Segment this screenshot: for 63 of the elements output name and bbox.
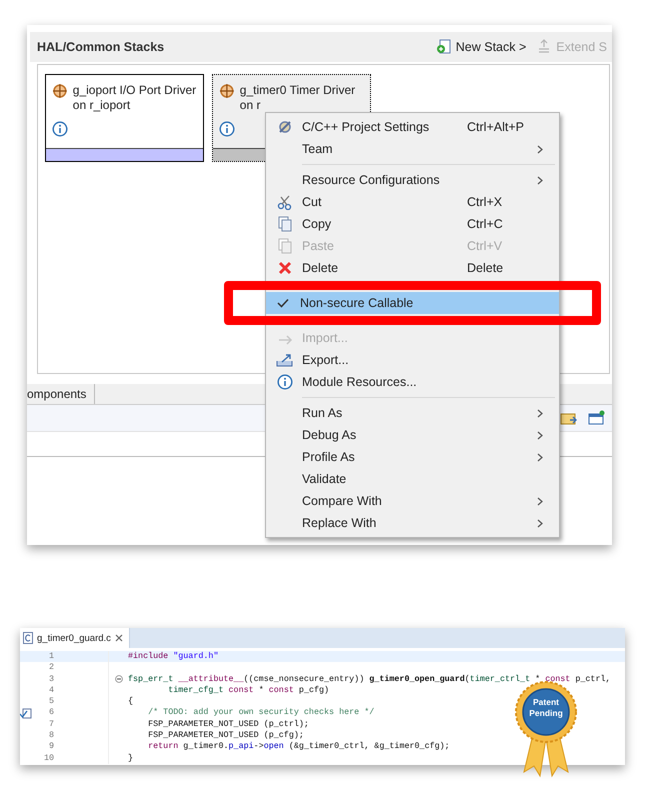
module-icon: [52, 83, 68, 99]
pin-window-icon[interactable]: [588, 410, 606, 426]
editor-tab[interactable]: g_timer0_guard.c: [20, 628, 130, 648]
line-number: 7: [48, 718, 54, 730]
code-line: #include "guard.h": [128, 651, 218, 662]
card-title: g_ioport I/O Port Driver on r_ioport: [72, 83, 197, 114]
view-tab[interactable]: omponents: [27, 384, 96, 404]
line-number: 1: [48, 651, 54, 662]
line-number: 3: [48, 674, 54, 685]
line-number: 9: [48, 741, 54, 753]
line-number: 10: [42, 752, 54, 764]
shortcut-text: Ctrl+X: [467, 195, 502, 209]
badge-text: Patent Pending: [528, 697, 564, 719]
toolbar-button[interactable]: New Stack >: [430, 39, 532, 55]
tools-icon: [277, 119, 293, 135]
menu-item[interactable]: Delete Delete: [268, 257, 557, 279]
menu-item[interactable]: Validate: [268, 468, 557, 490]
code-line: FSP_PARAMETER_NOT_USED (p_ctrl);: [147, 718, 309, 730]
scissors-icon: [277, 194, 293, 210]
line-number: 4: [48, 684, 54, 696]
info-icon: [277, 374, 293, 390]
c-file-icon: [23, 632, 33, 644]
shortcut-text: Ctrl+V: [467, 239, 502, 253]
menu-item[interactable]: C/C++ Project Settings Ctrl+Alt+P: [268, 116, 557, 138]
line-number: 5: [48, 696, 54, 708]
export-icon: [276, 352, 294, 368]
add-document-icon: [436, 39, 452, 55]
close-icon[interactable]: [114, 634, 123, 642]
info-icon: [219, 121, 235, 137]
line-number: 8: [48, 730, 54, 742]
menu-item[interactable]: Cut Ctrl+X: [268, 191, 557, 213]
code-line: timer_cfg_t const * const p_cfg): [167, 684, 330, 696]
module-card[interactable]: g_ioport I/O Port Driver on r_ioport: [45, 74, 204, 162]
code-line: FSP_PARAMETER_NOT_USED (p_cfg);: [147, 730, 304, 742]
menu-item[interactable]: Copy Ctrl+C: [268, 213, 557, 235]
menu-item[interactable]: Replace With: [268, 512, 557, 534]
code-line: fsp_err_t __attribute__((cmse_nonsecure_entry)) g_timer0_open_guard(timer_ctrl_t * const p_ctrl,: [128, 674, 611, 685]
shortcut-text: Ctrl+Alt+P: [467, 120, 524, 134]
menu-item[interactable]: Resource Configurations: [268, 169, 557, 191]
menu-item[interactable]: Compare With: [268, 490, 557, 512]
menu-item[interactable]: Profile As: [268, 446, 557, 468]
menu-item[interactable]: Team: [268, 138, 557, 160]
shortcut-text: Delete: [467, 261, 504, 275]
line-number: 2: [48, 662, 54, 674]
panel-title: HAL/Common Stacks: [37, 40, 166, 54]
menu-item[interactable]: Export...: [268, 349, 557, 371]
menu-item[interactable]: Module Resources...: [268, 371, 557, 393]
collapse-icon[interactable]: [114, 675, 122, 684]
menu-item[interactable]: Run As: [268, 402, 557, 424]
module-icon: [219, 83, 235, 99]
menu-item[interactable]: Debug As: [268, 424, 557, 446]
menu-item[interactable]: Non-secure Callable: [266, 292, 559, 314]
shortcut-text: Ctrl+C: [467, 217, 503, 231]
code-line: {: [128, 696, 134, 708]
copy-icon: [277, 216, 293, 232]
clipboard-icon: [277, 238, 293, 254]
info-icon: [52, 121, 68, 137]
card-title: g_timer0 Timer Driver on r: [240, 83, 356, 114]
code-line: /* TODO: add your own security checks here */: [147, 707, 374, 719]
code-line: }: [128, 752, 134, 764]
line-number: 6: [48, 707, 54, 719]
code-line: return g_timer0.p_api->open (&g_timer0_ctrl, &g_timer0_cfg);: [147, 741, 450, 753]
cross-icon: [277, 260, 293, 276]
